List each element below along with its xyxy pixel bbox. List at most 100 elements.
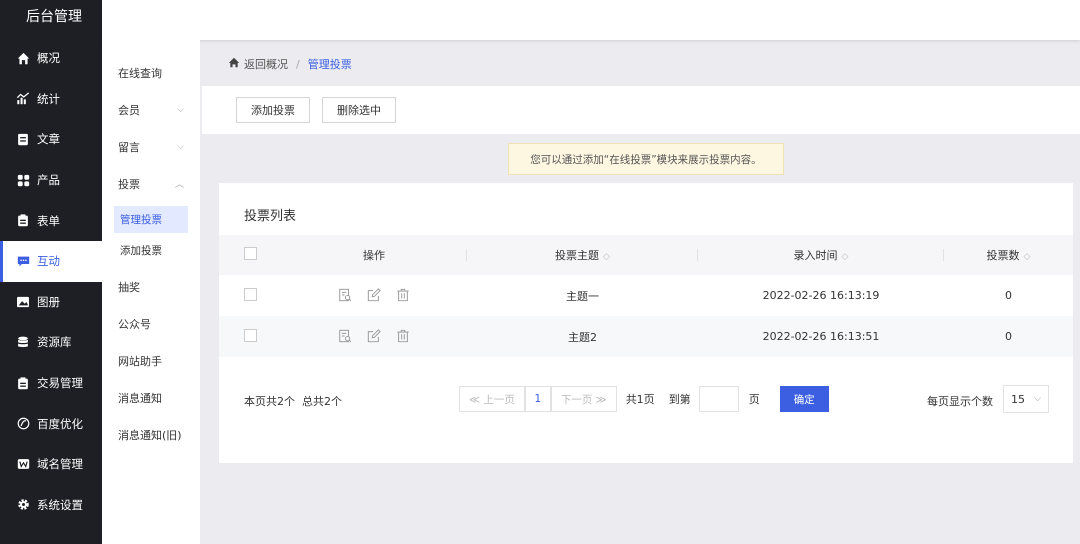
page-unit-label: 页 bbox=[748, 393, 760, 406]
header-topic[interactable]: 投票主题 ◇ bbox=[467, 247, 698, 263]
sidebar-item-overview[interactable]: 概况 bbox=[0, 38, 102, 79]
sort-icon[interactable]: ◇ bbox=[842, 252, 849, 262]
row-checkbox[interactable] bbox=[244, 328, 257, 342]
add-vote-button[interactable]: 添加投票 bbox=[236, 97, 310, 123]
app-title: 后台管理 bbox=[0, 0, 102, 38]
breadcrumb-current: 管理投票 bbox=[307, 58, 352, 71]
cell-topic: 主题2 bbox=[568, 330, 597, 344]
header-label: 投票主题 bbox=[555, 249, 600, 262]
edit-icon[interactable] bbox=[367, 329, 382, 344]
delete-icon[interactable] bbox=[396, 288, 411, 303]
sort-icon[interactable]: ◇ bbox=[603, 252, 610, 262]
breadcrumb-back-link[interactable]: 返回概况 bbox=[244, 56, 288, 72]
seo-icon bbox=[16, 417, 30, 431]
subnav-label: 添加投票 bbox=[120, 245, 162, 257]
next-page-button[interactable]: 下一页 ≫ bbox=[550, 386, 617, 412]
view-icon[interactable] bbox=[338, 288, 353, 303]
domain-icon bbox=[16, 457, 30, 471]
chevron-down-icon: ⌵ bbox=[1034, 394, 1041, 404]
sidebar-item-label: 图册 bbox=[37, 294, 60, 309]
subnav-wechat[interactable]: 公众号 bbox=[102, 305, 200, 342]
subnav-notification[interactable]: 消息通知 bbox=[102, 379, 200, 416]
page-size-label: 每页显示个数 bbox=[927, 395, 993, 408]
subnav-member[interactable]: 会员 ⌵ bbox=[102, 91, 200, 128]
subnav-label: 管理投票 bbox=[120, 214, 162, 226]
subnav-lottery[interactable]: 抽奖 bbox=[102, 268, 200, 305]
sidebar-item-trade[interactable]: 交易管理 bbox=[0, 363, 102, 404]
sidebar-item-label: 统计 bbox=[37, 91, 60, 106]
sidebar-item-product[interactable]: 产品 bbox=[0, 160, 102, 201]
sidebar-item-resources[interactable]: 资源库 bbox=[0, 322, 102, 363]
sidebar-item-interaction[interactable]: 互动 bbox=[0, 240, 102, 282]
form-icon bbox=[16, 214, 30, 228]
header-label: 投票数 bbox=[986, 249, 1020, 262]
home-icon bbox=[228, 57, 240, 71]
article-icon bbox=[16, 132, 30, 146]
header-time[interactable]: 录入时间 ◇ bbox=[698, 247, 944, 263]
subnav-label: 会员 bbox=[118, 103, 140, 117]
chevron-up-icon: ︿ bbox=[174, 180, 184, 190]
row-checkbox[interactable] bbox=[244, 287, 257, 301]
subnav-online-query[interactable]: 在线查询 bbox=[102, 54, 200, 91]
prev-page-button[interactable]: ≪ 上一页 bbox=[459, 386, 525, 412]
pagination: 本页共2个 总共2个 ≪ 上一页 1 下一页 ≫ 共1页 到第 页 确定 每页显… bbox=[219, 385, 1073, 413]
page-size-value: 15 bbox=[1011, 392, 1025, 406]
chevron-down-icon: ⌵ bbox=[177, 141, 184, 152]
sidebar-item-label: 表单 bbox=[37, 213, 60, 228]
sidebar-item-label: 交易管理 bbox=[37, 376, 83, 391]
sidebar-item-settings[interactable]: 系统设置 bbox=[0, 485, 102, 526]
header-label: 录入时间 bbox=[793, 249, 838, 262]
subnav-manage-vote[interactable]: 管理投票 bbox=[114, 206, 188, 233]
sidebar-item-label: 资源库 bbox=[37, 335, 72, 350]
info-tip: 您可以通过添加“在线投票”模块来展示投票内容。 bbox=[508, 143, 784, 175]
header-count[interactable]: 投票数 ◇ bbox=[944, 247, 1073, 263]
table-row: 主题一 2022-02-26 16:13:19 0 bbox=[219, 275, 1073, 316]
confirm-button[interactable]: 确定 bbox=[779, 386, 829, 412]
sidebar-item-gallery[interactable]: 图册 bbox=[0, 282, 102, 323]
page-number-button[interactable]: 1 bbox=[524, 386, 551, 412]
sidebar-item-stats[interactable]: 统计 bbox=[0, 79, 102, 120]
card-title: 投票列表 bbox=[244, 209, 297, 224]
header-label: 操作 bbox=[363, 249, 385, 262]
subnav-notification-old[interactable]: 消息通知(旧) bbox=[102, 416, 200, 453]
breadcrumb: 返回概况 / 管理投票 bbox=[228, 56, 352, 72]
select-all-checkbox[interactable] bbox=[244, 247, 257, 260]
cell-time: 2022-02-26 16:13:51 bbox=[762, 330, 880, 343]
subnav-site-helper[interactable]: 网站助手 bbox=[102, 342, 200, 379]
pagination-info: 本页共2个 总共2个 bbox=[244, 395, 342, 408]
subnav-message[interactable]: 留言 ⌵ bbox=[102, 128, 200, 165]
cell-time: 2022-02-26 16:13:19 bbox=[762, 289, 880, 302]
gallery-icon bbox=[16, 295, 30, 309]
sidebar-item-article[interactable]: 文章 bbox=[0, 119, 102, 160]
vote-list-card: 投票列表 操作 投票主题 ◇ 录入时间 ◇ 投票数 ◇ 主题一 2022-02-26 … bbox=[219, 183, 1073, 463]
view-icon[interactable] bbox=[338, 329, 353, 344]
goto-page-input[interactable] bbox=[698, 386, 739, 412]
chat-icon bbox=[16, 254, 30, 268]
trade-icon bbox=[16, 376, 30, 390]
cell-topic: 主题一 bbox=[566, 289, 599, 303]
delete-selected-button[interactable]: 删除选中 bbox=[322, 97, 396, 123]
goto-label: 到第 bbox=[668, 393, 691, 406]
subnav-label: 留言 bbox=[118, 140, 140, 154]
subnav-label: 公众号 bbox=[118, 317, 151, 331]
subnav-vote[interactable]: 投票 ︿ bbox=[102, 165, 200, 202]
subnav-add-vote[interactable]: 添加投票 bbox=[114, 237, 188, 264]
sidebar-item-label: 互动 bbox=[37, 254, 60, 269]
sidebar-item-label: 域名管理 bbox=[37, 457, 83, 472]
subnav-label: 抽奖 bbox=[118, 280, 140, 294]
sidebar-item-label: 系统设置 bbox=[37, 497, 83, 512]
edit-icon[interactable] bbox=[367, 288, 382, 303]
sidebar-item-label: 百度优化 bbox=[37, 416, 83, 431]
table-row: 主题2 2022-02-26 16:13:51 0 bbox=[219, 316, 1073, 357]
sidebar-item-domain[interactable]: 域名管理 bbox=[0, 444, 102, 485]
delete-icon[interactable] bbox=[396, 329, 411, 344]
sidebar-item-form[interactable]: 表单 bbox=[0, 200, 102, 241]
toolbar: 添加投票 删除选中 bbox=[202, 86, 1080, 134]
stats-icon bbox=[16, 92, 30, 106]
sidebar-item-seo[interactable]: 百度优化 bbox=[0, 403, 102, 444]
cell-count: 0 bbox=[1005, 289, 1012, 302]
chevron-down-icon: ⌵ bbox=[177, 104, 184, 115]
page-size-select[interactable]: 15 ⌵ bbox=[1003, 385, 1049, 413]
database-icon bbox=[16, 335, 30, 349]
sort-icon[interactable]: ◇ bbox=[1024, 252, 1031, 262]
